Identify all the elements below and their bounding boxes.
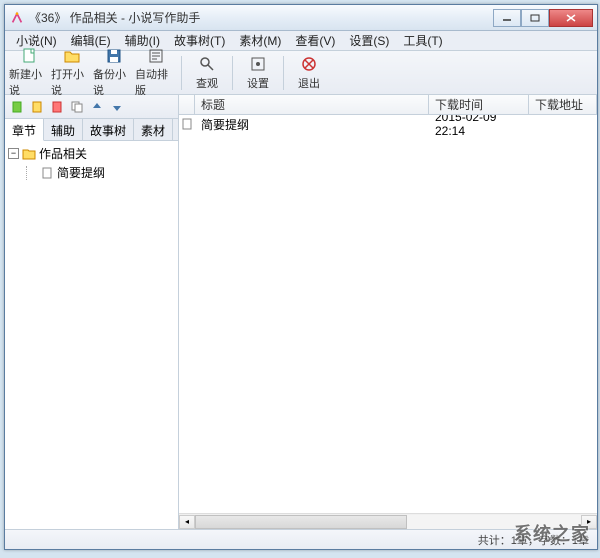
list-header: 标题 下载时间 下载地址 xyxy=(179,95,597,115)
column-url[interactable]: 下载地址 xyxy=(529,95,597,114)
exit-icon xyxy=(299,54,319,74)
toolbar-label: 设置 xyxy=(247,75,269,91)
toolbar-separator xyxy=(232,56,233,90)
backup-novel-button[interactable]: 备份小说 xyxy=(93,53,135,93)
tree-line xyxy=(26,166,37,180)
toolbar-label: 新建小说 xyxy=(9,66,51,98)
row-icon xyxy=(179,118,195,130)
toolbar-separator xyxy=(181,56,182,90)
toolbar-label: 查观 xyxy=(196,75,218,91)
layout-icon xyxy=(146,47,166,65)
menu-material[interactable]: 素材(M) xyxy=(232,30,288,51)
new-novel-button[interactable]: 新建小说 xyxy=(9,53,51,93)
toolbar-separator xyxy=(283,56,284,90)
file-new-icon xyxy=(20,47,40,65)
open-novel-button[interactable]: 打开小说 xyxy=(51,53,93,93)
search-button[interactable]: 查观 xyxy=(186,53,228,93)
left-tabs: 章节 辅助 故事树 素材 xyxy=(5,119,178,141)
copy-icon[interactable] xyxy=(68,98,86,116)
search-icon xyxy=(197,54,217,74)
tree-item-label: 简要提纲 xyxy=(57,164,105,181)
tree-root[interactable]: − 作品相关 xyxy=(8,144,175,163)
horizontal-scrollbar[interactable]: ◂ ▸ xyxy=(179,513,597,529)
menu-settings[interactable]: 设置(S) xyxy=(342,30,396,51)
row-title: 简要提纲 xyxy=(195,116,429,133)
chapter-tree: − 作品相关 简要提纲 xyxy=(5,141,178,529)
menu-tools[interactable]: 工具(T) xyxy=(396,30,449,51)
icon-column[interactable] xyxy=(179,95,195,114)
toolbar-label: 打开小说 xyxy=(51,66,93,98)
tab-assist[interactable]: 辅助 xyxy=(44,119,83,140)
list-body: 简要提纲 2015-02-09 22:14 xyxy=(179,115,597,513)
scroll-left-button[interactable]: ◂ xyxy=(179,515,195,529)
tree-root-label: 作品相关 xyxy=(39,145,87,162)
tab-storytree[interactable]: 故事树 xyxy=(83,119,134,140)
toolbar-label: 备份小说 xyxy=(93,66,135,98)
add-icon[interactable] xyxy=(8,98,26,116)
menu-view[interactable]: 查看(V) xyxy=(288,30,342,51)
folder-open-icon xyxy=(62,47,82,65)
app-window: 《36》 作品相关 - 小说写作助手 小说(N) 编辑(E) 辅助(I) 故事树… xyxy=(4,4,598,550)
close-button[interactable] xyxy=(549,9,593,27)
edit-icon[interactable] xyxy=(28,98,46,116)
right-panel: 标题 下载时间 下载地址 简要提纲 2015-02-09 22:14 ◂ ▸ xyxy=(179,95,597,529)
toolbar-label: 退出 xyxy=(298,75,320,91)
app-icon xyxy=(9,10,25,26)
tree-item[interactable]: 简要提纲 xyxy=(26,163,175,182)
titlebar: 《36》 作品相关 - 小说写作助手 xyxy=(5,5,597,31)
scroll-thumb[interactable] xyxy=(195,515,407,529)
delete-icon[interactable] xyxy=(48,98,66,116)
save-icon xyxy=(104,47,124,65)
up-icon[interactable] xyxy=(88,98,106,116)
settings-icon xyxy=(248,54,268,74)
maximize-button[interactable] xyxy=(521,9,549,27)
scroll-track[interactable] xyxy=(195,515,581,529)
minimize-button[interactable] xyxy=(493,9,521,27)
row-time: 2015-02-09 22:14 xyxy=(429,115,529,138)
document-icon xyxy=(40,166,54,180)
exit-button[interactable]: 退出 xyxy=(288,53,330,93)
folder-icon xyxy=(22,147,36,161)
toolbar-label: 自动排版 xyxy=(135,66,177,98)
menu-storytree[interactable]: 故事树(T) xyxy=(167,30,232,51)
main-toolbar: 新建小说 打开小说 备份小说 自动排版 查观 设置 退出 xyxy=(5,51,597,95)
tab-material[interactable]: 素材 xyxy=(134,119,173,140)
tab-chapter[interactable]: 章节 xyxy=(5,119,44,141)
window-controls xyxy=(493,9,593,27)
window-title: 《36》 作品相关 - 小说写作助手 xyxy=(29,9,493,26)
menubar: 小说(N) 编辑(E) 辅助(I) 故事树(T) 素材(M) 查看(V) 设置(… xyxy=(5,31,597,51)
left-panel: 章节 辅助 故事树 素材 − 作品相关 简要提纲 xyxy=(5,95,179,529)
column-time[interactable]: 下载时间 xyxy=(429,95,529,114)
scroll-right-button[interactable]: ▸ xyxy=(581,515,597,529)
status-text: 共计：1章，字数：1章 xyxy=(478,532,589,548)
column-title[interactable]: 标题 xyxy=(195,95,429,114)
statusbar: 共计：1章，字数：1章 xyxy=(5,529,597,549)
auto-layout-button[interactable]: 自动排版 xyxy=(135,53,177,93)
workspace: 章节 辅助 故事树 素材 − 作品相关 简要提纲 xyxy=(5,95,597,529)
settings-button[interactable]: 设置 xyxy=(237,53,279,93)
list-row[interactable]: 简要提纲 2015-02-09 22:14 xyxy=(179,115,597,133)
collapse-icon[interactable]: − xyxy=(8,148,19,159)
down-icon[interactable] xyxy=(108,98,126,116)
left-toolbar xyxy=(5,95,178,119)
